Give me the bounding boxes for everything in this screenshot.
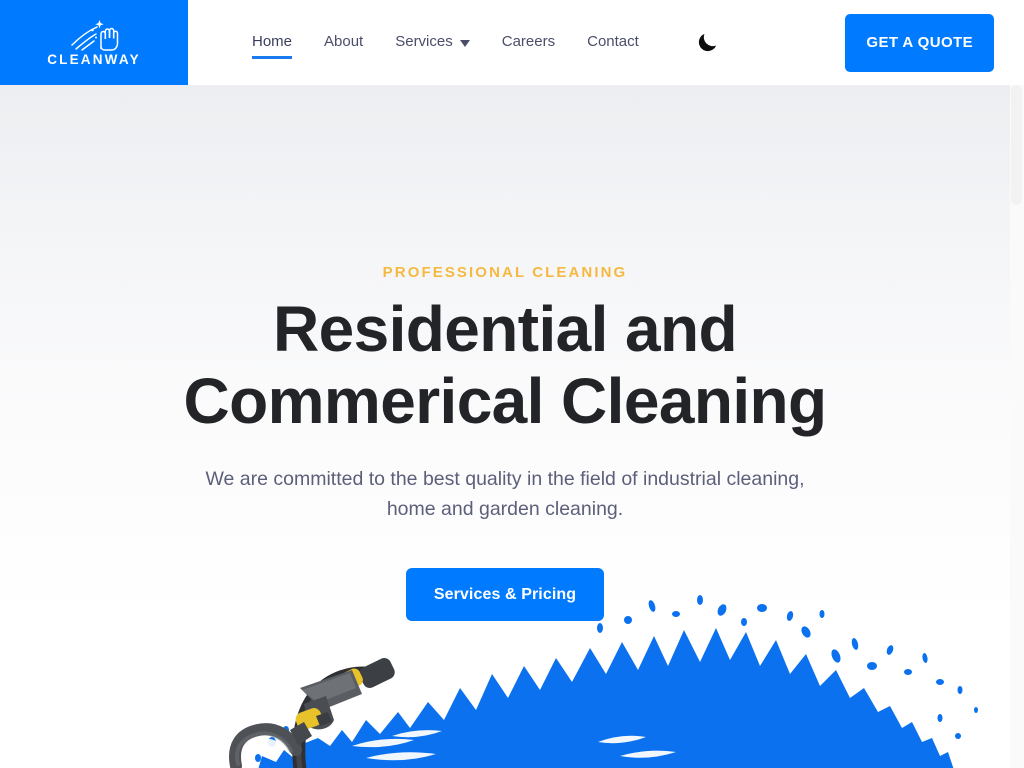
washer-spray-gun (295, 670, 362, 730)
hero-title-line-2: Commerical Cleaning (183, 365, 827, 438)
dark-mode-toggle[interactable] (693, 28, 723, 58)
chevron-down-icon (459, 40, 470, 47)
navigation-area: Home About Services Careers Contact (188, 0, 845, 85)
blue-paint-splash (258, 628, 954, 768)
washer-handle (229, 722, 312, 768)
nav-item-contact[interactable]: Contact (571, 28, 655, 56)
nav-label-about: About (324, 33, 364, 51)
brand-logo[interactable]: CLEANWAY (0, 0, 188, 85)
site-header: CLEANWAY Home About Services Careers Con… (0, 0, 1010, 85)
nav-active-underline (252, 56, 293, 59)
main-navigation: Home About Services Careers Contact (236, 28, 723, 59)
hero-content: PROFESSIONAL CLEANING Residential and Co… (0, 85, 1010, 622)
nav-item-careers[interactable]: Careers (486, 28, 571, 56)
washer-hose (292, 666, 381, 768)
scrollbar-thumb[interactable] (1011, 85, 1022, 205)
splash-highlights (352, 730, 676, 761)
hero-title-line-1: Residential and (272, 293, 738, 365)
brand-wordmark: CLEANWAY (47, 52, 141, 68)
nav-item-services[interactable]: Services (379, 28, 486, 56)
washer-hose-highlight (296, 673, 375, 768)
nav-label-home: Home (252, 33, 293, 51)
moon-icon (699, 33, 717, 52)
hero-section: PROFESSIONAL CLEANING Residential and Co… (0, 85, 1010, 768)
services-and-pricing-button[interactable]: Services & Pricing (405, 568, 605, 622)
scrollbar-corner (1010, 0, 1024, 85)
nav-label-contact: Contact (587, 33, 639, 51)
nav-item-about[interactable]: About (308, 28, 379, 56)
handle-inner-gap (251, 738, 284, 756)
get-a-quote-button[interactable]: GET A QUOTE (845, 13, 994, 72)
nav-label-careers: Careers (501, 33, 556, 51)
hero-eyebrow: PROFESSIONAL CLEANING (382, 264, 628, 281)
hero-subtitle: We are committed to the best quality in … (205, 467, 805, 520)
nav-item-home[interactable]: Home (236, 28, 308, 59)
washer-nozzle (341, 658, 395, 690)
cleaning-hand-sparkle-icon (71, 20, 119, 51)
nav-label-services: Services (395, 33, 453, 51)
page-title: Residential and Commerical Cleaning (155, 293, 855, 438)
page-scrollbar[interactable] (1010, 85, 1024, 768)
